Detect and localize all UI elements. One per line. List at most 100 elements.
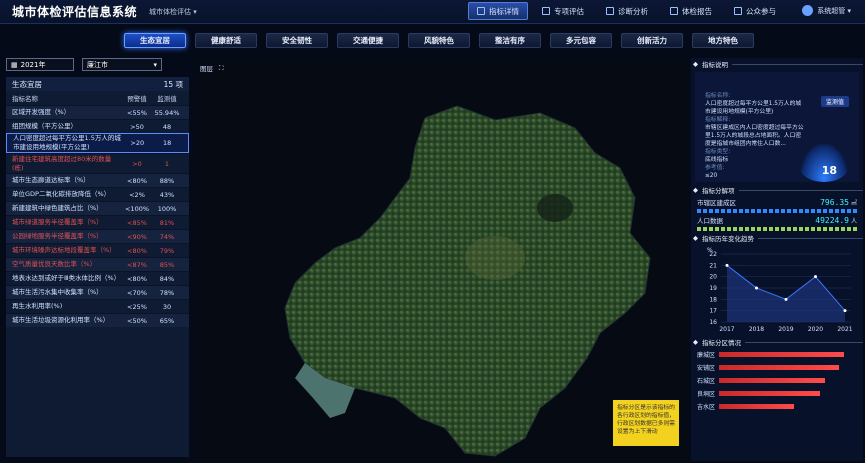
y-tick-label: 16 xyxy=(709,319,717,326)
nav-item-special-assessment[interactable]: 专项评估 xyxy=(534,2,592,20)
nav-item-public[interactable]: 公众参与 xyxy=(726,2,784,20)
user-menu[interactable]: 系统超管 ▾ xyxy=(802,5,851,16)
year-select[interactable]: ▦ 2021年 xyxy=(6,58,74,71)
tab-safety-resilience[interactable]: 安全韧性 xyxy=(266,33,328,48)
zone-name: 石城区 xyxy=(697,378,716,385)
row-warn: <25% xyxy=(127,302,147,311)
row-name: 城市生活垃圾资源化利用率（%） xyxy=(12,316,110,324)
table-row[interactable]: 单位GDP二氧化碳排放降低（%） <2% 43% xyxy=(6,187,189,201)
y-tick-label: 20 xyxy=(709,274,717,281)
monitor-badge: 监测值 xyxy=(820,96,849,107)
row-warn: >20 xyxy=(130,139,145,147)
left-panel: ▦ 2021年 廉江市 ▾ 生态宜居 15 项 指标名称 预警值 监测值 区域开发强度… xyxy=(6,58,189,458)
table-row[interactable]: 城市绿道服务半径覆盖率（%） <85% 81% xyxy=(6,215,189,229)
table-row[interactable]: 人口密度超过每平方公里1.5万人的城市建设用地规模(平方公里) >20 18 xyxy=(6,133,189,153)
trend-point xyxy=(755,286,758,290)
tab-health-comfort[interactable]: 健康舒适 xyxy=(195,33,257,48)
tab-innovation[interactable]: 创新活力 xyxy=(621,33,683,48)
row-value: 65% xyxy=(159,316,175,325)
row-name: 组团规模（平方公里） xyxy=(12,122,77,130)
row-name: 空气质量优良天数比率（%） xyxy=(12,260,97,268)
table-row[interactable]: 城市生活垃圾资源化利用率（%） <50% 65% xyxy=(6,313,189,327)
row-value: 81% xyxy=(159,218,175,227)
row-name: 再生水利用率(%) xyxy=(12,302,63,310)
table-row[interactable]: 公园绿地服务半径覆盖率（%） <90% 74% xyxy=(6,229,189,243)
row-warn: <2% xyxy=(129,190,145,199)
tab-eco-livable[interactable]: 生态宜居 xyxy=(124,33,186,48)
row-name: 区域开发强度（%） xyxy=(12,108,71,116)
y-tick-label: 21 xyxy=(709,262,717,269)
zone-row: 良垌区 xyxy=(691,387,863,400)
main-nav: 指标详情 专项评估 诊断分析 体检报告 公众参与 xyxy=(468,2,784,20)
table-row[interactable]: 地表水达到或好于Ⅲ类水体比例（%） <80% 84% xyxy=(6,271,189,285)
zone-row: 吉水区 xyxy=(691,400,863,413)
nav-item-indicator-detail[interactable]: 指标详情 xyxy=(468,2,528,20)
city-select[interactable]: 廉江市 ▾ xyxy=(82,58,162,71)
nav-item-report[interactable]: 体检报告 xyxy=(662,2,720,20)
trend-point xyxy=(843,309,847,313)
tab-local-feature[interactable]: 地方特色 xyxy=(692,33,754,48)
row-name: 城市生态廊道达标率（%） xyxy=(12,176,90,184)
grid-icon xyxy=(477,7,485,15)
table-row[interactable]: 新建建筑中绿色建筑占比（%） <100% 100% xyxy=(6,201,189,215)
row-value: 79% xyxy=(159,246,175,255)
table-row[interactable]: 再生水利用率(%) <25% 30 xyxy=(6,299,189,313)
stat-bar xyxy=(697,209,857,213)
layer-label[interactable]: 图层 xyxy=(200,63,213,73)
diagnosis-icon xyxy=(606,7,614,15)
people-icon xyxy=(734,7,742,15)
row-name: 城市绿道服务半径覆盖率（%） xyxy=(12,218,103,226)
y-tick-label: 17 xyxy=(709,308,717,315)
y-tick-label: 19 xyxy=(709,285,717,292)
row-warn: <100% xyxy=(124,204,150,213)
table-row[interactable]: 空气质量优良天数比率（%） <87% 85% xyxy=(6,257,189,271)
table-row[interactable]: 城市生活污水集中收集率（%） <70% 78% xyxy=(6,285,189,299)
section-dot-icon: ◆ xyxy=(693,186,698,194)
satellite-map[interactable]: 图层 ⛶ 指标分区是示该指标的各行政区划的指标值，行政区划数据已多则需设置为上下滑… xyxy=(195,58,687,461)
row-name: 单位GDP二氧化碳排放降低（%） xyxy=(12,190,111,198)
tab-tidy-order[interactable]: 整洁有序 xyxy=(479,33,541,48)
tab-transport[interactable]: 交通便捷 xyxy=(337,33,399,48)
stat-population: 人口数据 49224.9 人 xyxy=(697,215,857,226)
zone-bars: 廉城区安铺区石城区良垌区吉水区 xyxy=(691,348,863,413)
stat-bar xyxy=(697,227,857,231)
row-value: 1 xyxy=(164,159,170,168)
row-name: 新建建筑中绿色建筑占比（%） xyxy=(12,204,103,212)
right-panel: ◆ 指标说明 监测值 指标名称: 人口密度超过每平方公里1.5万人的城市建设用地规… xyxy=(691,58,863,461)
table-row[interactable]: 组团规模（平方公里） >50 48 xyxy=(6,119,189,133)
row-value: 48 xyxy=(162,122,172,131)
tab-inclusive[interactable]: 多元包容 xyxy=(550,33,612,48)
row-warn: <80% xyxy=(127,246,147,255)
table-row[interactable]: 城市生态廊道达标率（%） <80% 88% xyxy=(6,173,189,187)
row-name: 新建住宅建筑高度超过80米的数量(栋) xyxy=(12,154,112,172)
indicator-description: 监测值 指标名称: 人口密度超过每平方公里1.5万人的城市建设用地规模(平方公里… xyxy=(695,72,859,182)
tab-style[interactable]: 风貌特色 xyxy=(408,33,470,48)
indicator-table: 区域开发强度（%） <55% 55.94% 组团规模（平方公里） >50 48 人口密度超过… xyxy=(6,105,189,327)
zone-name: 良垌区 xyxy=(697,391,716,398)
trend-chart: %161718192021222017 2018 2019 2020 2021 xyxy=(707,247,853,333)
x-tick-label: 2021 xyxy=(837,326,852,333)
table-row[interactable]: 区域开发强度（%） <55% 55.94% xyxy=(6,105,189,119)
nav-item-diagnosis[interactable]: 诊断分析 xyxy=(598,2,656,20)
x-tick-label: 2018 xyxy=(749,326,764,333)
zone-name: 廉城区 xyxy=(697,352,716,359)
trend-point xyxy=(814,275,817,279)
table-row[interactable]: 新建住宅建筑高度超过80米的数量(栋) >0 1 xyxy=(6,153,189,173)
system-select[interactable]: 城市体检评估 ▾ xyxy=(149,7,197,17)
app-title: 城市体检评估信息系统 xyxy=(12,5,138,19)
row-value: 30 xyxy=(162,302,172,311)
zone-row: 安铺区 xyxy=(691,361,863,374)
row-value: 88% xyxy=(159,176,175,185)
panel-title: 生态宜居 xyxy=(12,79,42,89)
row-value: 78% xyxy=(159,288,175,297)
table-row[interactable]: 城市环境噪声达标地段覆盖率（%） <80% 79% xyxy=(6,243,189,257)
table-header: 指标名称 预警值 监测值 xyxy=(12,95,177,103)
row-warn: <80% xyxy=(127,176,147,185)
monitor-value: 18 xyxy=(821,164,837,177)
fullscreen-icon[interactable]: ⛶ xyxy=(219,64,224,73)
report-icon xyxy=(670,7,678,15)
zone-bar xyxy=(719,391,820,396)
row-warn: >0 xyxy=(132,159,142,168)
indicator-count: 15 项 xyxy=(163,79,183,89)
zone-name: 安铺区 xyxy=(697,365,716,372)
